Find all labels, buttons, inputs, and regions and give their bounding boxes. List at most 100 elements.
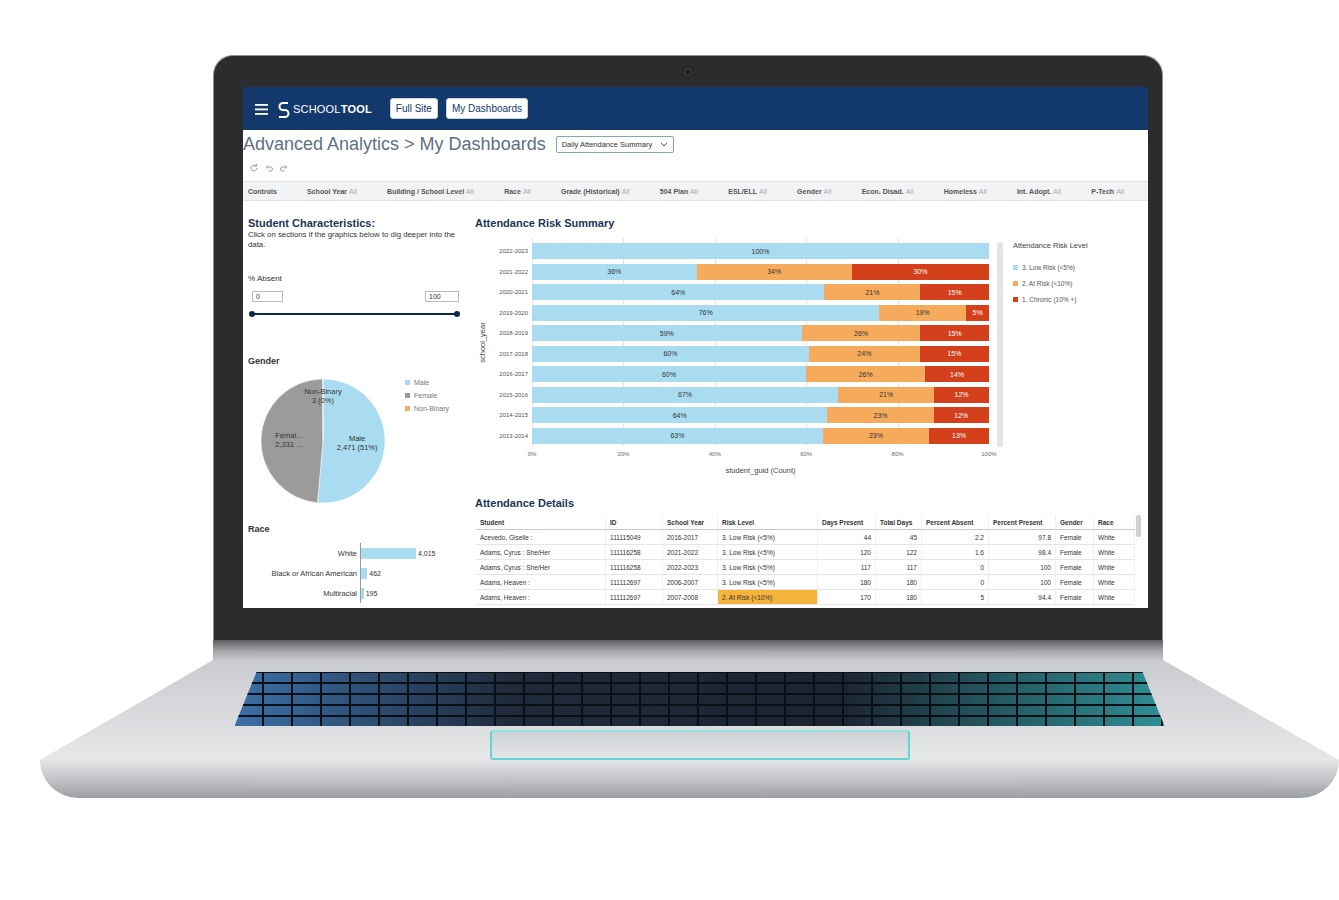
table-cell[interactable]: 180 bbox=[818, 575, 876, 590]
race-bar[interactable] bbox=[361, 588, 364, 599]
race-bar[interactable] bbox=[361, 568, 367, 579]
column-header[interactable]: Student bbox=[476, 515, 606, 530]
filter-control[interactable]: GenderAll bbox=[797, 188, 831, 195]
table-cell[interactable]: 111116258 bbox=[606, 560, 663, 575]
table-cell[interactable]: 111115049 bbox=[606, 530, 663, 545]
bar-segment[interactable]: 5% bbox=[966, 305, 989, 321]
slider-max-handle[interactable] bbox=[454, 311, 460, 317]
table-cell[interactable]: 44 bbox=[818, 530, 876, 545]
table-cell[interactable]: 117 bbox=[876, 560, 922, 575]
bar-segment[interactable]: 23% bbox=[823, 428, 929, 444]
legend-item[interactable]: Female bbox=[405, 392, 449, 399]
bar-segment[interactable]: 15% bbox=[920, 325, 989, 341]
table-cell[interactable]: 5 bbox=[922, 590, 989, 605]
legend-scrollbar[interactable] bbox=[997, 242, 1003, 447]
column-header[interactable]: Race bbox=[1094, 515, 1135, 530]
table-cell[interactable]: Female bbox=[1056, 560, 1094, 575]
filter-control[interactable]: 504 PlanAll bbox=[660, 188, 698, 195]
table-cell[interactable]: 180 bbox=[876, 575, 922, 590]
bar-segment[interactable]: 26% bbox=[806, 366, 925, 382]
table-cell[interactable]: Female bbox=[1056, 545, 1094, 560]
table-cell[interactable]: 180 bbox=[876, 590, 922, 605]
race-bar[interactable] bbox=[361, 548, 416, 559]
table-cell[interactable]: 100 bbox=[989, 560, 1056, 575]
keyboard[interactable] bbox=[235, 672, 1165, 726]
table-cell[interactable]: 0 bbox=[922, 560, 989, 575]
column-header[interactable]: Gender bbox=[1056, 515, 1094, 530]
filter-control[interactable]: P-TechAll bbox=[1091, 188, 1124, 195]
table-cell[interactable]: 3. Low Risk (<5%) bbox=[718, 530, 818, 545]
trackpad[interactable] bbox=[490, 730, 910, 760]
gender-pie[interactable]: Male2,471 (51%)Femal...2,331 ...Non-Bina… bbox=[253, 371, 393, 511]
column-header[interactable]: Total Days bbox=[876, 515, 922, 530]
range-max-input[interactable]: 100 bbox=[425, 291, 459, 302]
legend-item[interactable]: 3. Low Risk (<5%) bbox=[1013, 259, 1088, 275]
legend-item[interactable]: 1. Chronic (10% +) bbox=[1013, 291, 1088, 307]
bar-segment[interactable]: 12% bbox=[934, 387, 989, 403]
table-cell[interactable]: White bbox=[1094, 545, 1135, 560]
bar-segment[interactable]: 14% bbox=[925, 366, 989, 382]
bar-segment[interactable]: 59% bbox=[532, 325, 802, 341]
header-button[interactable]: Full Site bbox=[390, 98, 438, 119]
column-header[interactable]: School Year bbox=[663, 515, 718, 530]
bar-segment[interactable]: 63% bbox=[532, 428, 823, 444]
dashboard-select[interactable]: Daily Attendance Summary bbox=[556, 136, 674, 153]
table-cell[interactable]: 170 bbox=[818, 590, 876, 605]
filter-control[interactable]: Econ. Disad.All bbox=[862, 188, 914, 195]
table-cell[interactable]: 3. Low Risk (<5%) bbox=[718, 575, 818, 590]
bar-segment[interactable]: 64% bbox=[532, 407, 827, 423]
race-bar-row[interactable]: White4,015 bbox=[248, 543, 459, 563]
table-cell[interactable]: 122 bbox=[876, 545, 922, 560]
table-cell[interactable]: 2007-2008 bbox=[663, 590, 718, 605]
bar-segment[interactable]: 34% bbox=[697, 264, 852, 280]
table-cell[interactable]: White bbox=[1094, 530, 1135, 545]
table-cell[interactable]: White bbox=[1094, 590, 1135, 605]
bar-segment[interactable]: 19% bbox=[879, 305, 966, 321]
bar-segment[interactable]: 26% bbox=[802, 325, 921, 341]
bar-segment[interactable]: 15% bbox=[920, 346, 989, 362]
undo-icon[interactable] bbox=[264, 163, 274, 173]
bar-segment[interactable]: 100% bbox=[532, 243, 989, 259]
filter-control[interactable]: School YearAll bbox=[307, 188, 357, 195]
table-cell[interactable]: 120 bbox=[818, 545, 876, 560]
bar-segment[interactable]: 67% bbox=[532, 387, 838, 403]
legend-item[interactable]: 2. At Risk (<10%) bbox=[1013, 275, 1088, 291]
table-cell[interactable]: Adams, Cyrus : She/Her bbox=[476, 545, 606, 560]
column-header[interactable]: Percent Present bbox=[989, 515, 1056, 530]
table-cell[interactable]: Female bbox=[1056, 590, 1094, 605]
slider-min-handle[interactable] bbox=[249, 311, 255, 317]
race-bar-row[interactable]: Black or African American462 bbox=[248, 563, 459, 583]
table-cell[interactable]: 2. At Risk (<10%) bbox=[718, 590, 818, 605]
table-cell[interactable]: 98.4 bbox=[989, 545, 1056, 560]
table-scrollbar[interactable] bbox=[1136, 515, 1141, 537]
logo[interactable]: SCHOOLTOOL bbox=[277, 100, 372, 118]
bar-segment[interactable]: 13% bbox=[929, 428, 989, 444]
bar-segment[interactable]: 12% bbox=[934, 407, 989, 423]
bar-segment[interactable]: 60% bbox=[532, 366, 806, 382]
bar-segment[interactable]: 30% bbox=[852, 264, 989, 280]
table-cell[interactable]: Adams, Heaven : bbox=[476, 575, 606, 590]
table-cell[interactable]: Female bbox=[1056, 575, 1094, 590]
table-cell[interactable]: 100 bbox=[989, 575, 1056, 590]
bar-segment[interactable]: 21% bbox=[824, 284, 920, 300]
column-header[interactable]: ID bbox=[606, 515, 663, 530]
header-button[interactable]: My Dashboards bbox=[446, 98, 528, 119]
table-cell[interactable]: 2.2 bbox=[922, 530, 989, 545]
table-cell[interactable]: Adams, Cyrus : She/Her bbox=[476, 560, 606, 575]
table-cell[interactable]: White bbox=[1094, 575, 1135, 590]
table-cell[interactable]: 1.6 bbox=[922, 545, 989, 560]
column-header[interactable]: Percent Absent bbox=[922, 515, 989, 530]
table-cell[interactable]: 45 bbox=[876, 530, 922, 545]
table-cell[interactable]: 94.4 bbox=[989, 590, 1056, 605]
table-cell[interactable]: Acevedo, Giselle : bbox=[476, 530, 606, 545]
filter-control[interactable]: ESL/ELLAll bbox=[728, 188, 767, 195]
table-cell[interactable]: White bbox=[1094, 560, 1135, 575]
table-cell[interactable]: 117 bbox=[818, 560, 876, 575]
bar-segment[interactable]: 76% bbox=[532, 305, 879, 321]
bar-segment[interactable]: 15% bbox=[920, 284, 989, 300]
table-cell[interactable]: Female bbox=[1056, 530, 1094, 545]
table-cell[interactable]: 2021-2022 bbox=[663, 545, 718, 560]
table-cell[interactable]: 0 bbox=[922, 575, 989, 590]
bar-segment[interactable]: 60% bbox=[532, 346, 809, 362]
absent-slider[interactable] bbox=[252, 310, 457, 317]
